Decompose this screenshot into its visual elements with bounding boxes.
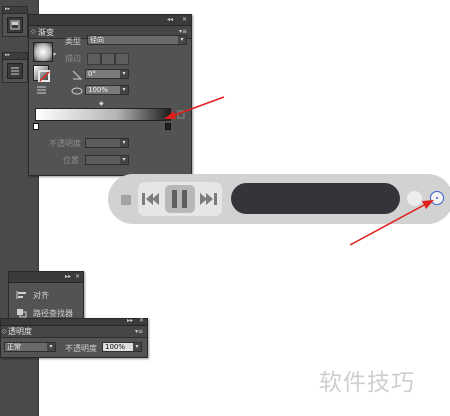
angle-value: 0°: [88, 70, 96, 78]
watermark: 软件技巧: [319, 370, 415, 396]
blend-mode-dropdown[interactable]: 正常 ▾: [4, 342, 56, 352]
align-item[interactable]: 对齐: [33, 290, 49, 301]
close-icon[interactable]: ✕: [75, 273, 80, 280]
stroke-option-1[interactable]: [87, 53, 101, 65]
close-icon[interactable]: ✕: [139, 317, 144, 324]
panel-icon: [10, 20, 20, 30]
stroke-option-3[interactable]: [115, 53, 129, 65]
gradient-panel: ◂◂ ✕ ◇ 渐变 ▾≡ ▾ 类型 径向 ▾ 描边 0° ▾ 100% ▾ ◆ …: [28, 14, 192, 176]
list-icon: [11, 67, 19, 75]
collapse-icon[interactable]: ◂◂: [167, 16, 173, 23]
chevron-down-icon: ▾: [47, 343, 55, 351]
collapsed-panel-middle: ▸▸: [2, 52, 28, 83]
playback-controls: [138, 182, 222, 216]
align-pathfinder-panel: ▸▸ ✕ 对齐 路径查找器: [8, 271, 84, 325]
delete-stop-icon[interactable]: [177, 109, 185, 119]
angle-icon: [72, 70, 82, 80]
layers-panel-button[interactable]: [7, 63, 23, 79]
transparency-panel-header[interactable]: ▸▸ ✕: [1, 317, 147, 326]
gradient-preview-swatch[interactable]: [33, 42, 53, 62]
chevron-down-icon: ▾: [133, 343, 141, 351]
next-icon: [200, 193, 217, 205]
pathfinder-icon: [17, 309, 27, 318]
chevron-down-icon: ▾: [120, 86, 128, 94]
midpoint-diamond-icon[interactable]: ◆: [99, 100, 104, 107]
chevron-down-icon: ▾: [120, 139, 128, 147]
collapse-icon[interactable]: ▸▸: [65, 273, 71, 280]
gradient-slider[interactable]: [35, 108, 171, 121]
gradient-stop-end[interactable]: [165, 123, 171, 130]
opacity-value: 100%: [105, 343, 126, 351]
stroke-none-icon: [38, 70, 50, 82]
collapse-icon[interactable]: ▸▸: [127, 317, 133, 324]
indicator-circle: [407, 191, 422, 206]
aspect-value: 100%: [88, 86, 109, 94]
expand-icon[interactable]: ▸▸: [5, 6, 10, 12]
media-player-shape: [108, 174, 450, 224]
panel-menu-icon[interactable]: ▾≡: [135, 328, 143, 335]
angle-field[interactable]: 0° ▾: [85, 69, 129, 79]
stop-position-label: 位置: [63, 156, 79, 165]
type-dropdown[interactable]: 径向 ▾: [87, 35, 187, 45]
tab-arrows-icon: ◇: [2, 328, 7, 335]
reverse-gradient-icon[interactable]: [36, 85, 48, 95]
pause-icon: [165, 185, 195, 213]
transparency-tab-bar: ◇ 透明度 ▾≡: [1, 326, 147, 338]
aspect-field[interactable]: 100% ▾: [85, 85, 129, 95]
align-icon: [16, 291, 26, 299]
opacity-field[interactable]: 100% ▾: [102, 342, 142, 352]
chevron-down-icon: ▾: [178, 36, 186, 44]
collapsed-panel-header[interactable]: ▸▸: [3, 6, 27, 14]
gradient-stop-start[interactable]: [33, 123, 39, 130]
collapsed-panel-header[interactable]: ▸▸: [3, 52, 27, 60]
previous-icon: [142, 193, 159, 205]
chevron-down-icon: ▾: [120, 156, 128, 164]
transparency-panel: ▸▸ ✕ ◇ 透明度 ▾≡ 正常 ▾ 不透明度 100% ▾: [0, 317, 148, 358]
opacity-label: 不透明度: [65, 344, 97, 353]
close-icon[interactable]: ✕: [182, 16, 187, 23]
stop-opacity-field[interactable]: ▾: [85, 138, 129, 148]
type-value: 径向: [90, 36, 104, 44]
tab-arrows-icon: ◇: [31, 28, 36, 35]
align-panel-header[interactable]: ▸▸ ✕: [9, 272, 83, 283]
tab-transparency[interactable]: 透明度: [8, 326, 32, 337]
collapsed-panel-top: ▸▸: [2, 6, 28, 37]
swatch-dropdown-icon[interactable]: ▾: [53, 51, 56, 58]
stop-square[interactable]: [121, 195, 131, 205]
display-screen: [231, 183, 400, 214]
gradient-panel-header[interactable]: ◂◂ ✕: [29, 15, 191, 26]
panel-menu-icon[interactable]: ▾≡: [179, 28, 187, 35]
aspect-ratio-icon: [71, 87, 83, 95]
playback-icons: [142, 185, 217, 213]
expand-icon[interactable]: ▸▸: [5, 52, 10, 58]
type-label: 类型: [65, 37, 81, 46]
stroke-label: 描边: [65, 54, 81, 63]
chevron-down-icon: ▾: [120, 70, 128, 78]
blend-mode-value: 正常: [7, 343, 21, 351]
tab-gradient[interactable]: 渐变: [38, 27, 54, 38]
selected-knob[interactable]: [430, 191, 444, 205]
swatches-panel-button[interactable]: [7, 17, 23, 33]
stop-position-field[interactable]: ▾: [85, 155, 129, 165]
stop-opacity-label: 不透明度: [49, 139, 81, 148]
stroke-option-2[interactable]: [101, 53, 115, 65]
